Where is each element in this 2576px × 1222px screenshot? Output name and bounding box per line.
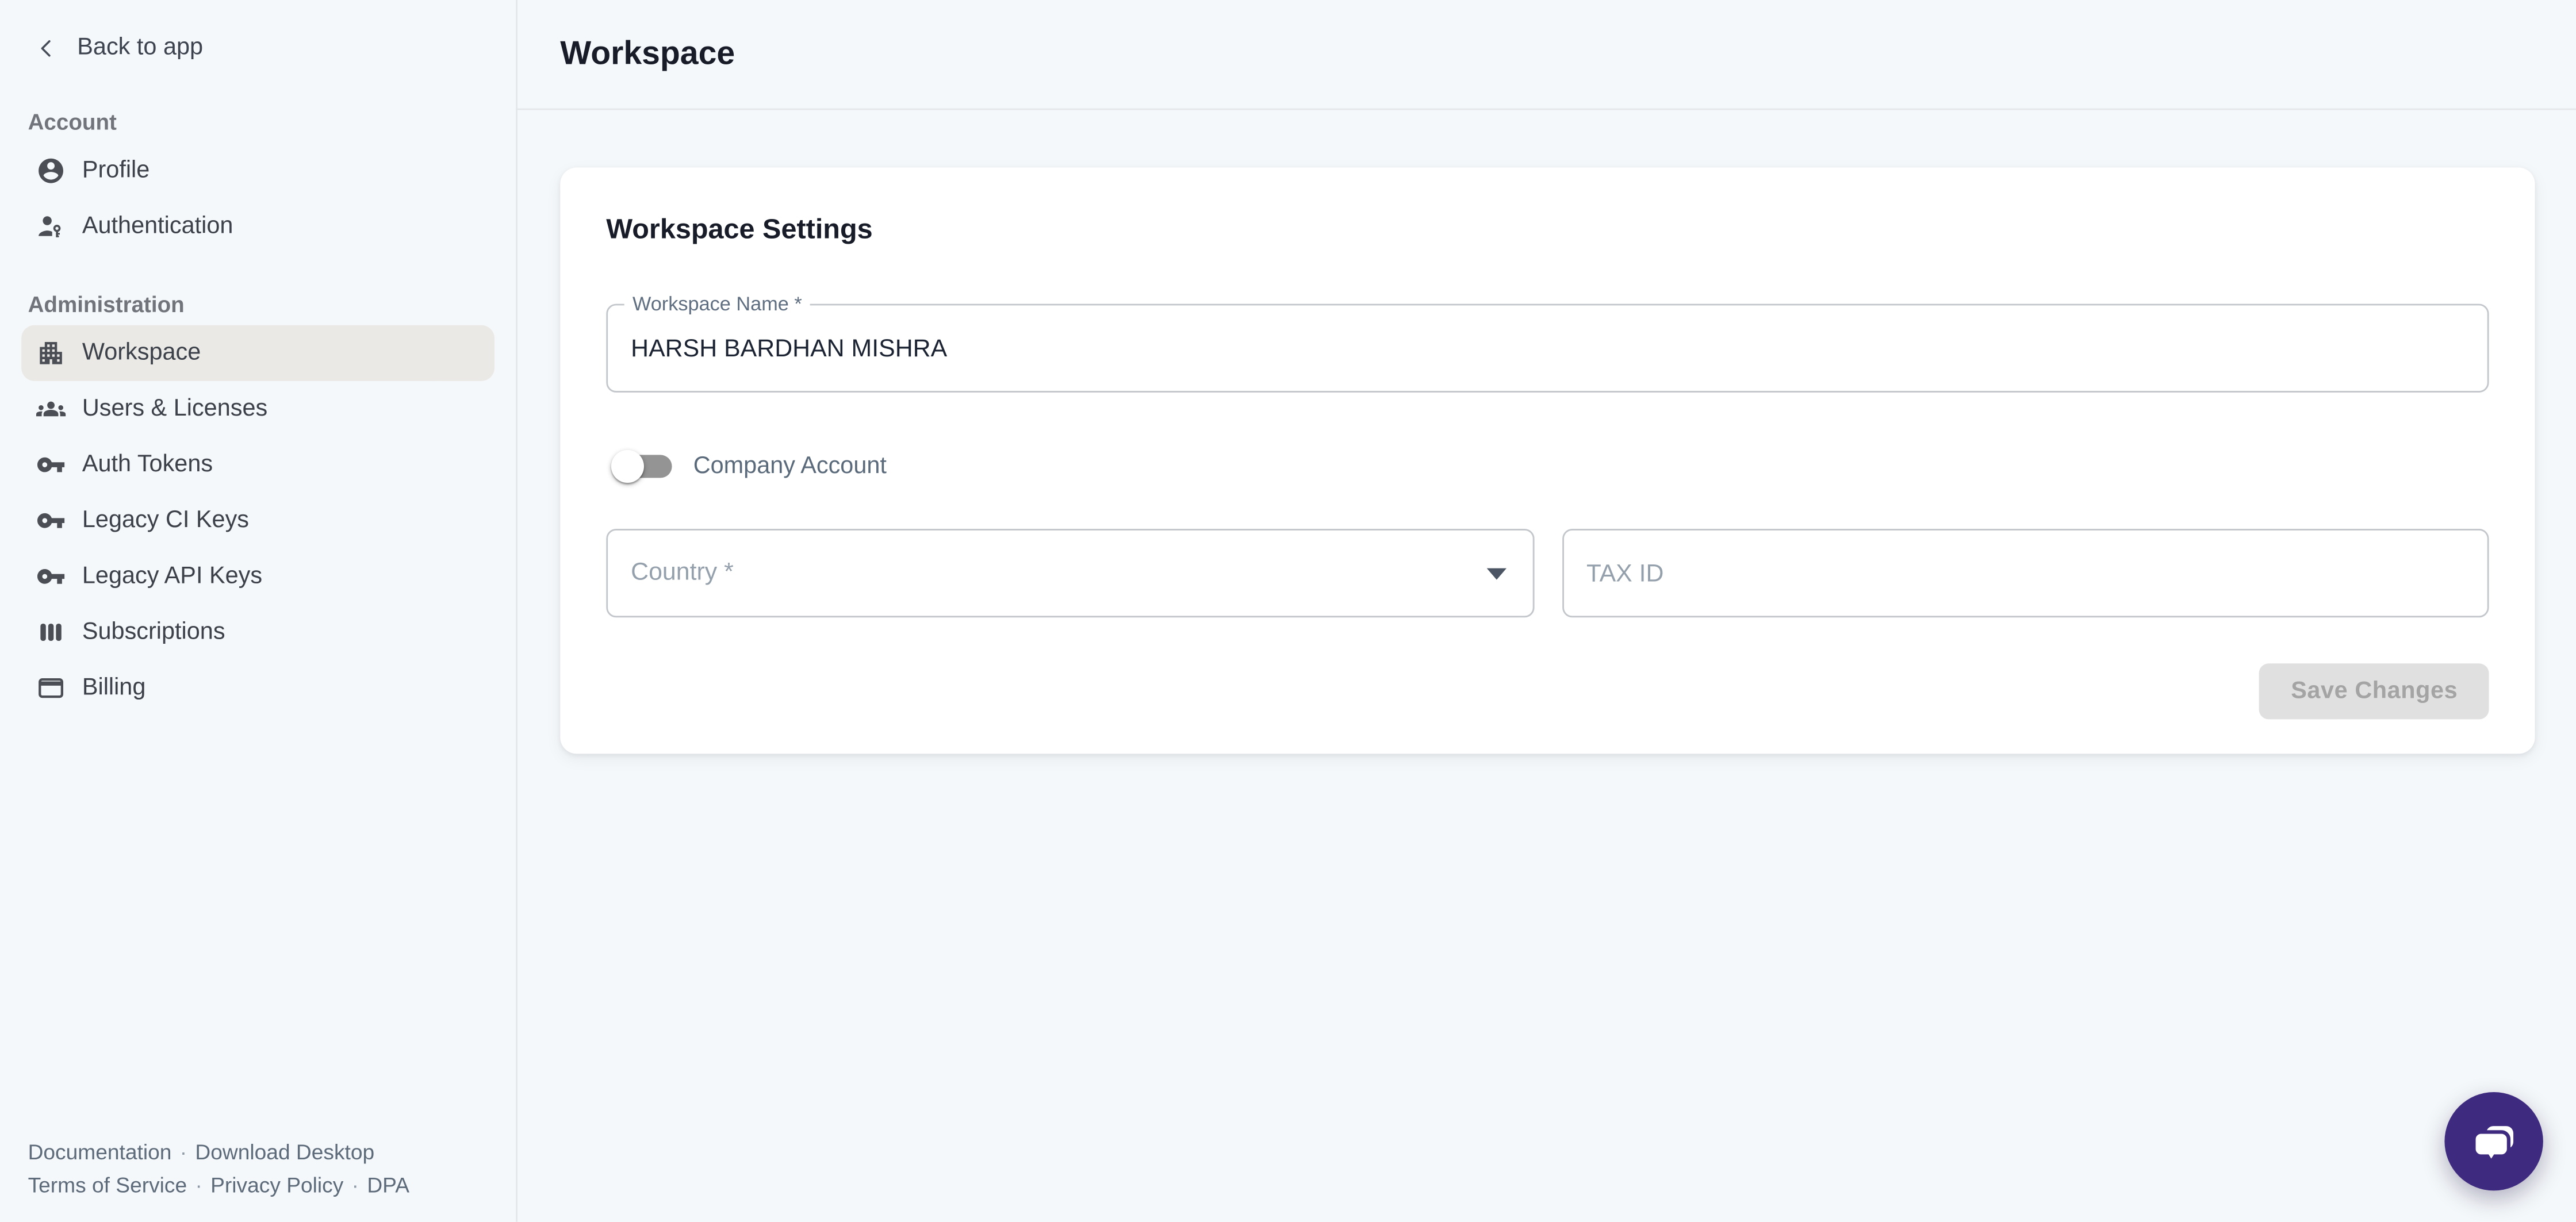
sidebar-item-legacy-api-keys[interactable]: Legacy API Keys bbox=[21, 548, 494, 604]
footer-separator: · bbox=[180, 1140, 187, 1165]
section-header-account: Account bbox=[28, 110, 516, 135]
sidebar-item-label: Subscriptions bbox=[82, 619, 225, 645]
page-header: Workspace bbox=[518, 0, 2576, 110]
sidebar-item-auth-tokens[interactable]: Auth Tokens bbox=[21, 437, 494, 493]
section-header-administration: Administration bbox=[28, 293, 516, 317]
sidebar-item-label: Auth Tokens bbox=[82, 452, 213, 478]
sidebar-item-subscriptions[interactable]: Subscriptions bbox=[21, 604, 494, 660]
key-icon bbox=[36, 450, 66, 479]
download-desktop-link[interactable]: Download Desktop bbox=[195, 1140, 374, 1165]
sidebar: Back to app Account Profile Authenticati bbox=[0, 0, 518, 1222]
company-account-label: Company Account bbox=[693, 454, 887, 480]
app-root: Back to app Account Profile Authenticati bbox=[0, 0, 2576, 1222]
sidebar-item-label: Users & Licenses bbox=[82, 396, 267, 422]
sidebar-item-legacy-ci-keys[interactable]: Legacy CI Keys bbox=[21, 493, 494, 548]
chat-widget-button[interactable] bbox=[2444, 1092, 2543, 1190]
sidebar-item-label: Workspace bbox=[82, 340, 201, 366]
country-tax-row: Country * bbox=[606, 529, 2489, 617]
footer-separator: · bbox=[195, 1172, 202, 1197]
documentation-link[interactable]: Documentation bbox=[28, 1140, 172, 1165]
sidebar-item-label: Authentication bbox=[82, 213, 233, 240]
key-icon bbox=[36, 506, 66, 535]
dropdown-arrow-icon bbox=[1486, 568, 1505, 580]
groups-icon bbox=[36, 394, 66, 424]
back-to-app-link[interactable]: Back to app bbox=[0, 20, 516, 75]
tax-id-input[interactable] bbox=[1563, 531, 2487, 616]
back-to-app-label: Back to app bbox=[77, 34, 203, 61]
country-placeholder: Country * bbox=[608, 531, 1532, 616]
key-icon bbox=[36, 562, 66, 591]
footer-row-1: Documentation · Download Desktop bbox=[28, 1136, 500, 1169]
bars-icon bbox=[36, 617, 66, 647]
workspace-name-field: Workspace Name * bbox=[606, 304, 2489, 393]
credit-card-icon bbox=[36, 673, 66, 702]
profile-icon bbox=[36, 156, 66, 185]
workspace-settings-card: Workspace Settings Workspace Name * Comp… bbox=[560, 167, 2535, 754]
sidebar-item-label: Legacy CI Keys bbox=[82, 508, 249, 534]
chat-icon bbox=[2468, 1116, 2520, 1167]
tax-id-field bbox=[1562, 529, 2489, 617]
footer-separator: · bbox=[352, 1172, 359, 1197]
sidebar-item-profile[interactable]: Profile bbox=[21, 143, 494, 199]
sidebar-item-label: Billing bbox=[82, 675, 146, 701]
company-account-toggle[interactable] bbox=[611, 450, 672, 483]
sidebar-item-workspace[interactable]: Workspace bbox=[21, 325, 494, 381]
toggle-thumb bbox=[611, 450, 644, 483]
main-area: Workspace Workspace Settings Workspace N… bbox=[518, 0, 2576, 1222]
card-title: Workspace Settings bbox=[606, 213, 2489, 246]
card-actions: Save Changes bbox=[606, 663, 2489, 719]
workspace-name-input[interactable] bbox=[608, 305, 2487, 391]
save-changes-button[interactable]: Save Changes bbox=[2260, 663, 2489, 719]
content-area: Workspace Settings Workspace Name * Comp… bbox=[518, 110, 2576, 1222]
building-icon bbox=[36, 339, 66, 368]
footer-row-2: Terms of Service · Privacy Policy · DPA bbox=[28, 1169, 500, 1201]
privacy-policy-link[interactable]: Privacy Policy bbox=[210, 1172, 343, 1197]
sidebar-item-billing[interactable]: Billing bbox=[21, 660, 494, 716]
sidebar-item-users-licenses[interactable]: Users & Licenses bbox=[21, 381, 494, 437]
page-title: Workspace bbox=[560, 35, 735, 73]
country-select[interactable]: Country * bbox=[606, 529, 1534, 617]
company-account-row: Company Account bbox=[606, 435, 2489, 498]
sidebar-item-authentication[interactable]: Authentication bbox=[21, 199, 494, 255]
workspace-name-label: Workspace Name * bbox=[624, 293, 810, 316]
terms-of-service-link[interactable]: Terms of Service bbox=[28, 1172, 187, 1197]
sidebar-spacer bbox=[0, 716, 516, 1137]
sidebar-item-label: Profile bbox=[82, 157, 150, 184]
dpa-link[interactable]: DPA bbox=[367, 1172, 409, 1197]
sidebar-item-label: Legacy API Keys bbox=[82, 563, 262, 590]
chevron-left-icon bbox=[34, 35, 59, 60]
passkey-icon bbox=[36, 212, 66, 241]
sidebar-footer: Documentation · Download Desktop Terms of … bbox=[0, 1136, 516, 1222]
